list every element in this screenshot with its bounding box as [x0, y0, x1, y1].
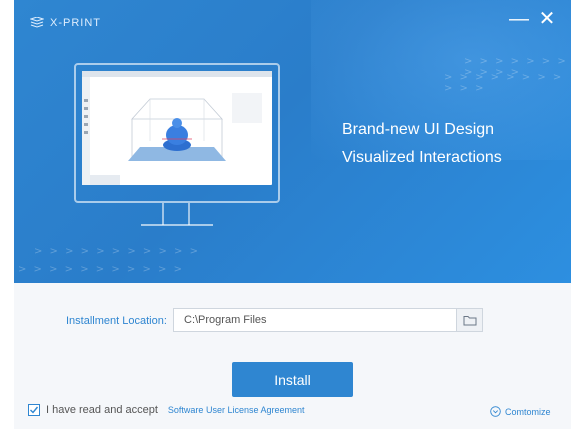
folder-icon	[463, 315, 476, 325]
install-button[interactable]: Install	[232, 362, 353, 397]
brand: X-PRINT	[30, 17, 101, 29]
chevron-circle-down-icon	[490, 406, 501, 417]
brand-name: X-PRINT	[50, 17, 101, 29]
hero-headline: Brand-new UI Design	[342, 121, 495, 138]
agree-checkbox[interactable]	[28, 404, 40, 416]
hero-banner: X-PRINT — ✕ > > > > > > > > > > > > > > …	[14, 0, 571, 283]
chevron-decoration: > > > > > > > > > > >	[444, 72, 564, 94]
monitor-stand	[162, 203, 190, 225]
install-location-label: Installment Location:	[66, 315, 167, 327]
hero-subheadline: Visualized Interactions	[342, 149, 502, 166]
checkmark-icon	[30, 406, 39, 414]
chevron-decoration: > > > > > > > > > > >	[18, 264, 184, 275]
installer-window: X-PRINT — ✕ > > > > > > > > > > > > > > …	[14, 0, 571, 429]
license-agreement-link[interactable]: Software User License Agreement	[168, 405, 305, 415]
license-agreement: I have read and accept Software User Lic…	[28, 404, 305, 416]
chevron-decoration: > > > > > > > > > > >	[34, 246, 200, 257]
monitor-screen	[82, 71, 272, 185]
xprint-logo-icon	[30, 17, 44, 28]
monitor-illustration	[74, 63, 280, 203]
minimize-button[interactable]: —	[508, 9, 530, 33]
agree-text: I have read and accept	[46, 404, 158, 416]
install-location-input[interactable]	[173, 308, 457, 332]
browse-folder-button[interactable]	[457, 308, 483, 332]
customize-button[interactable]: Comtomize	[490, 406, 551, 417]
close-button[interactable]: ✕	[536, 9, 558, 33]
monitor-base	[141, 224, 213, 226]
print-bed-illustration	[128, 98, 226, 161]
customize-label: Comtomize	[505, 406, 551, 417]
